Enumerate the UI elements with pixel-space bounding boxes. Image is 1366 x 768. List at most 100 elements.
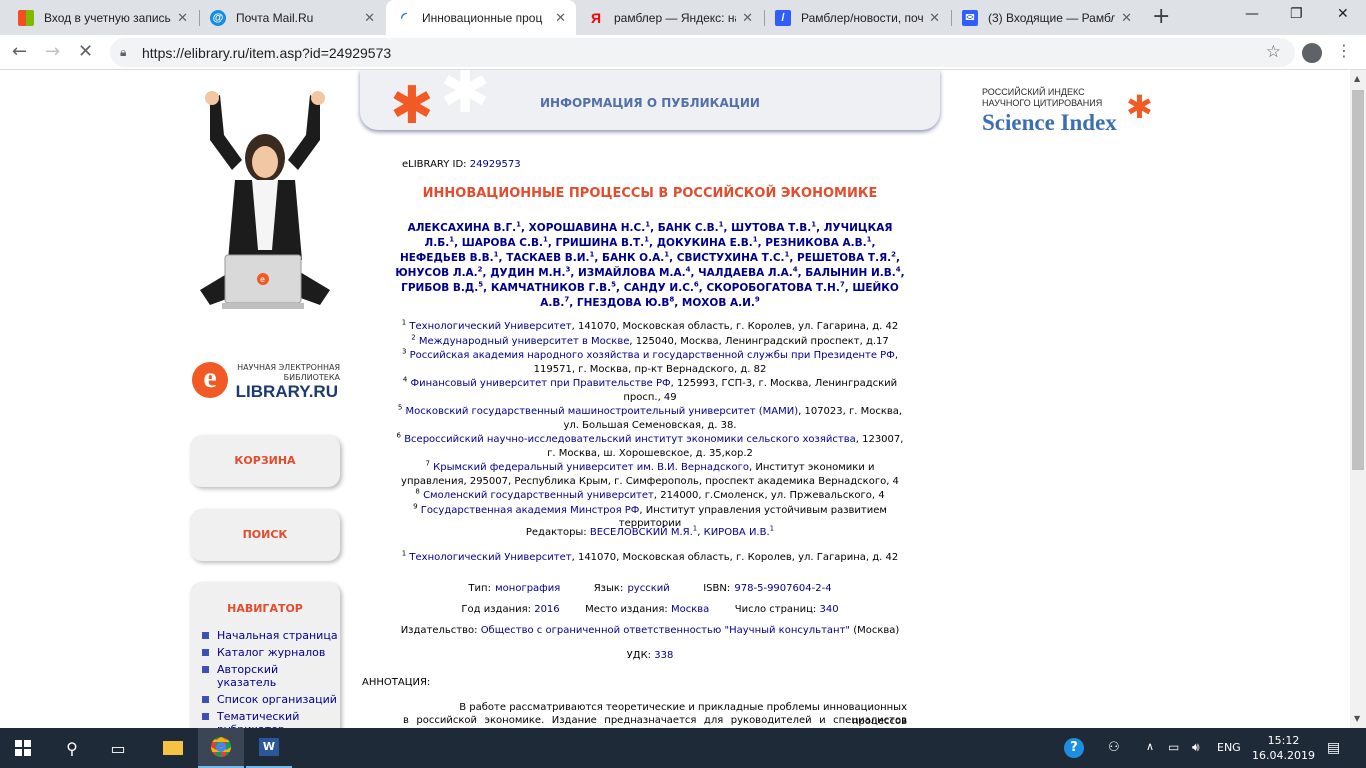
author-link[interactable]: ДОКУКИНА Е.В.1 bbox=[657, 236, 758, 249]
editor-org-link[interactable]: Технологический Университет bbox=[409, 552, 571, 563]
affiliation-item: 7 Крымский федеральный университет им. В… bbox=[401, 459, 899, 487]
search-icon[interactable]: ⚲ bbox=[52, 728, 92, 768]
affiliation-org-link[interactable]: Международный университет в Москве bbox=[419, 336, 630, 347]
nav-item-journals[interactable]: Каталог журналов bbox=[202, 646, 340, 659]
author-link[interactable]: ГРИБОВ В.Д.5 bbox=[401, 281, 483, 294]
tab-innovation[interactable]: ◜ Инновационные проц ✕ bbox=[386, 0, 576, 35]
windows-start-icon[interactable] bbox=[0, 728, 46, 768]
nav-item-rubricator[interactable]: Тематический рубрикатор bbox=[202, 710, 340, 728]
scroll-thumb[interactable] bbox=[1352, 90, 1364, 470]
tab-rambler-mail[interactable]: ✉ (3) Входящие — Рамбл ✕ bbox=[952, 0, 1142, 35]
author-link[interactable]: ШУТОВА Т.В.1 bbox=[731, 221, 816, 234]
author-link[interactable]: ТАСКАЕВ В.И.1 bbox=[506, 251, 594, 264]
cart-button[interactable]: КОРЗИНА bbox=[190, 435, 340, 487]
publisher-link[interactable]: Общество с ограниченной ответственностью… bbox=[481, 625, 850, 636]
editor-link-2[interactable]: КИРОВА И.В.1 bbox=[704, 525, 775, 538]
lang-value: русский bbox=[627, 583, 670, 594]
author-link[interactable]: АЛЕКСАХИНА В.Г.1 bbox=[408, 221, 521, 234]
tab-rambler-news[interactable]: / Рамблер/новости, поч ✕ bbox=[765, 0, 950, 35]
year-value: 2016 bbox=[534, 604, 560, 615]
file-explorer-icon[interactable] bbox=[150, 728, 196, 768]
author-link[interactable]: ЧАЛДАЕВА Л.А.4 bbox=[698, 266, 797, 279]
id-label: eLIBRARY ID: bbox=[402, 159, 467, 170]
author-link[interactable]: ИЗМАЙЛОВА М.А.4 bbox=[578, 266, 690, 279]
affiliation-org-link[interactable]: Московский государственный машиностроите… bbox=[406, 406, 799, 417]
tray-chevron-icon[interactable]: ∧ bbox=[1146, 740, 1154, 753]
loading-icon: ◜ bbox=[401, 9, 407, 25]
task-view-icon[interactable]: ▭ bbox=[98, 728, 138, 768]
place-value: Москва bbox=[670, 604, 710, 615]
author-link[interactable]: НЕФЕДЬЕВ В.В.1 bbox=[400, 251, 499, 264]
author-link[interactable]: РЕШЕТОВА Т.Я.2 bbox=[797, 251, 896, 264]
url-text[interactable]: https://elibrary.ru/item.asp?id=24929573 bbox=[142, 45, 391, 61]
editor-link-1[interactable]: ВЕСЕЛОВСКИЙ М.Я.1 bbox=[590, 525, 697, 538]
author-link[interactable]: СВИСТУХИНА Т.С.1 bbox=[677, 251, 790, 264]
system-clock[interactable]: 15:12 16.04.2019 bbox=[1252, 733, 1315, 763]
clock-date: 16.04.2019 bbox=[1252, 749, 1315, 762]
nav-item-home[interactable]: Начальная страница bbox=[202, 629, 340, 642]
nav-item-authors[interactable]: Авторский указатель bbox=[202, 663, 340, 689]
affiliation-item: 6 Всероссийский научно-исследовательский… bbox=[396, 431, 904, 459]
close-tab-icon[interactable]: ✕ bbox=[177, 10, 188, 26]
address-bar[interactable]: 🔒︎ https://elibrary.ru/item.asp?id=24929… bbox=[110, 38, 1295, 67]
author-link[interactable]: ШАРОВА С.В.1 bbox=[462, 236, 548, 249]
close-tab-icon[interactable]: ✕ bbox=[555, 10, 566, 26]
nav-item-organizations[interactable]: Список организаций bbox=[202, 693, 340, 706]
minimize-icon[interactable]: — bbox=[1245, 6, 1259, 22]
author-link[interactable]: КАМЧАТНИКОВ Г.В.5 bbox=[491, 281, 616, 294]
tab-mailru[interactable]: @ Почта Mail.Ru ✕ bbox=[200, 0, 385, 35]
scroll-up-icon[interactable]: ▲ bbox=[1354, 74, 1360, 83]
scroll-down-icon[interactable]: ▼ bbox=[1354, 714, 1360, 723]
close-window-icon[interactable]: ✕ bbox=[1337, 6, 1349, 22]
elibrary-logo[interactable]: e НАУЧНАЯ ЭЛЕКТРОННАЯ БИБЛИОТЕКА LIBRARY… bbox=[190, 360, 340, 405]
author-link[interactable]: РЕЗНИКОВА А.В.1 bbox=[765, 236, 871, 249]
search-button[interactable]: ПОИСК bbox=[190, 509, 340, 561]
close-tab-icon[interactable]: ✕ bbox=[742, 10, 753, 26]
back-icon[interactable]: ← bbox=[12, 41, 27, 62]
author-link[interactable]: ГРИШИНА В.Т.1 bbox=[556, 236, 650, 249]
author-link[interactable]: БАНК С.В.1 bbox=[658, 221, 724, 234]
udk-value: 338 bbox=[654, 650, 674, 661]
affiliation-org-link[interactable]: Технологический Университет bbox=[409, 321, 571, 332]
stop-icon[interactable]: ✕ bbox=[78, 41, 93, 62]
affiliation-org-link[interactable]: Крымский федеральный университет им. В.И… bbox=[433, 462, 749, 473]
author-link[interactable]: СКОРОБОГАТОВА Т.Н.7 bbox=[706, 281, 844, 294]
tab-microsoft-login[interactable]: Вход в учетную запись ✕ bbox=[8, 0, 198, 35]
affiliation-org-link[interactable]: Государственная академия Минстроя РФ bbox=[421, 505, 640, 516]
menu-kebab-icon[interactable]: ⋮ bbox=[1336, 41, 1352, 60]
restore-icon[interactable]: ❐ bbox=[1290, 6, 1303, 22]
author-link[interactable]: ХОРОШАВИНА Н.С.1 bbox=[529, 221, 650, 234]
affiliation-org-link[interactable]: Смоленский государственный университет bbox=[423, 490, 654, 501]
author-link[interactable]: ЮНУСОВ Л.А.2 bbox=[395, 266, 482, 279]
new-tab-icon[interactable]: + bbox=[1152, 4, 1170, 29]
affiliation-item: 5 Московский государственный машинострои… bbox=[397, 403, 903, 431]
page-scrollbar[interactable]: ▲ ▼ bbox=[1350, 70, 1366, 728]
help-icon[interactable]: ? bbox=[1064, 738, 1084, 758]
elibrary-id: eLIBRARY ID: 24929573 bbox=[402, 158, 521, 172]
notifications-icon[interactable]: ▤ bbox=[1327, 740, 1340, 756]
people-icon[interactable]: ⚇ bbox=[1108, 740, 1120, 755]
author-link[interactable]: БАНК О.А.1 bbox=[602, 251, 669, 264]
author-link[interactable]: САНДУ И.С.6 bbox=[624, 281, 699, 294]
close-tab-icon[interactable]: ✕ bbox=[929, 10, 940, 26]
author-link[interactable]: ГНЕЗДОВА Ю.В8 bbox=[577, 296, 674, 309]
profile-avatar-icon[interactable] bbox=[1302, 43, 1322, 63]
volume-icon[interactable]: 🔊︎ bbox=[1192, 740, 1200, 755]
affiliation-org-link[interactable]: Российская академия народного хозяйства … bbox=[410, 350, 895, 361]
forward-icon[interactable]: → bbox=[45, 41, 60, 62]
language-indicator[interactable]: ENG bbox=[1217, 741, 1241, 754]
close-tab-icon[interactable]: ✕ bbox=[1121, 10, 1132, 26]
affiliation-org-link[interactable]: Всероссийский научно-исследовательский и… bbox=[404, 434, 856, 445]
author-link[interactable]: ДУДИН М.Н.3 bbox=[490, 266, 570, 279]
bookmark-star-icon[interactable]: ☆ bbox=[1266, 42, 1281, 62]
tab-yandex[interactable]: Я рамблер — Яндекс: на ✕ bbox=[578, 0, 763, 35]
chrome-icon[interactable] bbox=[198, 728, 244, 768]
author-link[interactable]: БАЛЫНИН И.В.4 bbox=[805, 266, 900, 279]
word-icon[interactable]: W bbox=[246, 728, 292, 768]
author-link[interactable]: МОХОВ А.И.9 bbox=[682, 296, 760, 309]
close-tab-icon[interactable]: ✕ bbox=[364, 10, 375, 26]
network-icon[interactable]: ▭ bbox=[1168, 740, 1179, 754]
affiliation-item: 8 Смоленский государственный университет… bbox=[415, 487, 885, 501]
science-index-logo[interactable]: РОССИЙСКИЙ ИНДЕКС НАУЧНОГО ЦИТИРОВАНИЯ S… bbox=[982, 87, 1182, 147]
affiliation-org-link[interactable]: Финансовый университет при Правительстве… bbox=[411, 378, 671, 389]
